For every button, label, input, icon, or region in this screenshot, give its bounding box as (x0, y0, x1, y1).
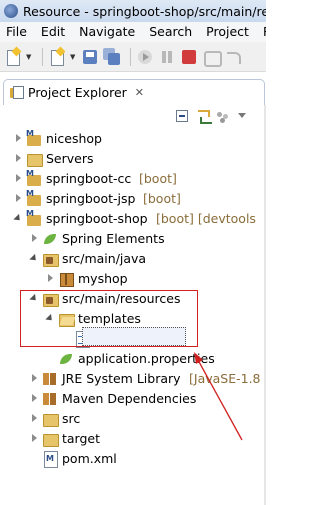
scrollbar-edge[interactable] (264, 105, 266, 505)
annotation-arrow-icon (194, 352, 243, 441)
